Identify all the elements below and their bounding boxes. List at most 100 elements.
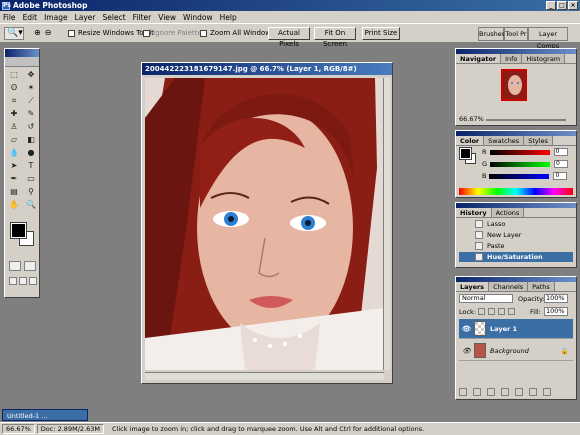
red-value[interactable]: 0 <box>553 148 568 156</box>
menu-image[interactable]: Image <box>44 13 68 22</box>
standard-screen-icon[interactable] <box>9 277 17 285</box>
blue-slider[interactable] <box>489 173 550 179</box>
ignore-palettes-checkbox[interactable]: Ignore Palettes <box>143 29 205 37</box>
tab-history[interactable]: History <box>456 208 492 217</box>
tool-presets-well-tab[interactable]: Tool Pr <box>504 27 528 41</box>
history-item[interactable]: Lasso <box>459 219 573 229</box>
eyedropper-icon[interactable]: ⚲ <box>23 186 39 198</box>
image-canvas[interactable] <box>145 78 384 370</box>
color-spectrum-bar[interactable] <box>459 188 573 195</box>
history-brush-icon[interactable]: ↺ <box>23 121 39 133</box>
tab-paths[interactable]: Paths <box>528 282 555 291</box>
red-slider[interactable] <box>489 149 550 155</box>
lock-position-icon[interactable] <box>498 308 505 315</box>
menu-view[interactable]: View <box>158 13 176 22</box>
minimized-document-button[interactable]: Untitled-1 ... <box>2 409 88 421</box>
hand-tool-icon[interactable]: ✋ <box>6 199 22 211</box>
new-group-icon[interactable] <box>501 388 509 396</box>
type-tool-icon[interactable]: T <box>23 160 39 172</box>
fill-input[interactable]: 100% <box>544 307 568 316</box>
toolbox-logo-icon[interactable] <box>5 57 39 67</box>
status-zoom[interactable]: 66.67% <box>2 424 35 434</box>
blur-tool-icon[interactable]: 💧 <box>6 147 22 159</box>
eraser-tool-icon[interactable]: ▱ <box>6 134 22 146</box>
tab-channels[interactable]: Channels <box>489 282 529 291</box>
fit-on-screen-button[interactable]: Fit On Screen <box>314 27 356 48</box>
document-title[interactable]: 200442223181679147.jpg @ 66.7% (Layer 1,… <box>142 63 392 75</box>
menu-edit[interactable]: Edit <box>23 13 38 22</box>
layer-comps-well-tab[interactable]: Layer Comps <box>528 27 568 50</box>
history-item[interactable]: New Layer <box>459 230 573 240</box>
blend-mode-select[interactable]: Normal <box>459 294 513 303</box>
tab-histogram[interactable]: Histogram <box>522 54 566 63</box>
path-select-icon[interactable]: ➤ <box>6 160 22 172</box>
tab-navigator[interactable]: Navigator <box>456 54 502 63</box>
menu-filter[interactable]: Filter <box>133 13 152 22</box>
resize-windows-checkbox[interactable]: Resize Windows To Fit <box>68 29 154 37</box>
link-layers-icon[interactable] <box>459 388 467 396</box>
green-slider[interactable] <box>490 161 551 167</box>
dodge-tool-icon[interactable]: ● <box>23 147 39 159</box>
eye-icon[interactable]: 👁 <box>462 325 471 333</box>
navigator-zoom-value[interactable]: 66.67% <box>459 115 484 123</box>
vertical-scrollbar[interactable] <box>383 78 390 370</box>
history-item[interactable]: Paste <box>459 241 573 251</box>
history-item-selected[interactable]: Hue/Saturation <box>459 252 573 262</box>
menu-layer[interactable]: Layer <box>75 13 96 22</box>
layer-row-background[interactable]: 👁 Background 🔒 <box>459 341 573 361</box>
new-layer-icon[interactable] <box>529 388 537 396</box>
tab-styles[interactable]: Styles <box>524 136 553 145</box>
layer-row-layer-1[interactable]: 👁 Layer 1 <box>459 319 573 339</box>
move-tool-icon[interactable]: ✥ <box>23 69 39 81</box>
status-doc-size[interactable]: Doc: 2.89M/2.63M <box>36 424 104 434</box>
menu-file[interactable]: File <box>3 13 16 22</box>
foreground-color-swatch[interactable] <box>10 222 27 239</box>
menu-help[interactable]: Help <box>220 13 237 22</box>
full-screen-menu-icon[interactable] <box>19 277 27 285</box>
zoom-in-icon[interactable]: ⊕ <box>34 28 41 37</box>
horizontal-scrollbar[interactable] <box>145 372 384 380</box>
tab-layers[interactable]: Layers <box>456 282 490 291</box>
lasso-tool-icon[interactable]: ʘ <box>6 82 22 94</box>
magic-wand-icon[interactable]: ✶ <box>23 82 39 94</box>
blue-value[interactable]: 0 <box>553 172 568 180</box>
crop-tool-icon[interactable]: ⌗ <box>6 95 22 107</box>
full-screen-icon[interactable] <box>29 277 37 285</box>
zoom-out-icon[interactable]: ⊖ <box>45 28 52 37</box>
lock-transparency-icon[interactable] <box>478 308 485 315</box>
opacity-input[interactable]: 100% <box>544 294 568 303</box>
gradient-tool-icon[interactable]: ◧ <box>23 134 39 146</box>
lock-pixels-icon[interactable] <box>488 308 495 315</box>
adjustment-layer-icon[interactable] <box>515 388 523 396</box>
menu-window[interactable]: Window <box>183 13 213 22</box>
minimize-button[interactable]: _ <box>546 1 556 10</box>
lock-all-icon[interactable] <box>508 308 515 315</box>
eye-icon[interactable]: 👁 <box>462 347 471 355</box>
notes-tool-icon[interactable]: ▤ <box>6 186 22 198</box>
clone-stamp-icon[interactable]: ♙ <box>6 121 22 133</box>
healing-brush-icon[interactable]: ✚ <box>6 108 22 120</box>
color-foreground-swatch[interactable] <box>459 147 472 160</box>
brush-tool-icon[interactable]: ✎ <box>23 108 39 120</box>
tab-swatches[interactable]: Swatches <box>484 136 525 145</box>
quick-mask-mode-icon[interactable] <box>24 261 36 271</box>
close-button[interactable]: × <box>568 1 578 10</box>
tab-info[interactable]: Info <box>501 54 523 63</box>
maximize-button[interactable]: □ <box>557 1 567 10</box>
navigator-thumbnail[interactable] <box>501 69 527 101</box>
trash-icon[interactable] <box>543 388 551 396</box>
tab-color[interactable]: Color <box>456 136 485 145</box>
toolbox-title-bar[interactable] <box>5 49 39 57</box>
layer-style-icon[interactable] <box>473 388 481 396</box>
menu-select[interactable]: Select <box>103 13 126 22</box>
print-size-button[interactable]: Print Size <box>362 27 400 40</box>
shape-tool-icon[interactable]: ▭ <box>23 173 39 185</box>
actual-pixels-button[interactable]: Actual Pixels <box>268 27 310 48</box>
zoom-all-windows-checkbox[interactable]: Zoom All Windows <box>200 29 275 37</box>
marquee-tool-icon[interactable]: ⬚ <box>6 69 22 81</box>
standard-mode-icon[interactable] <box>9 261 21 271</box>
green-value[interactable]: 0 <box>554 160 569 168</box>
layer-mask-icon[interactable] <box>487 388 495 396</box>
zoom-tool-icon[interactable]: 🔍 <box>23 199 39 211</box>
pen-tool-icon[interactable]: ✒ <box>6 173 22 185</box>
